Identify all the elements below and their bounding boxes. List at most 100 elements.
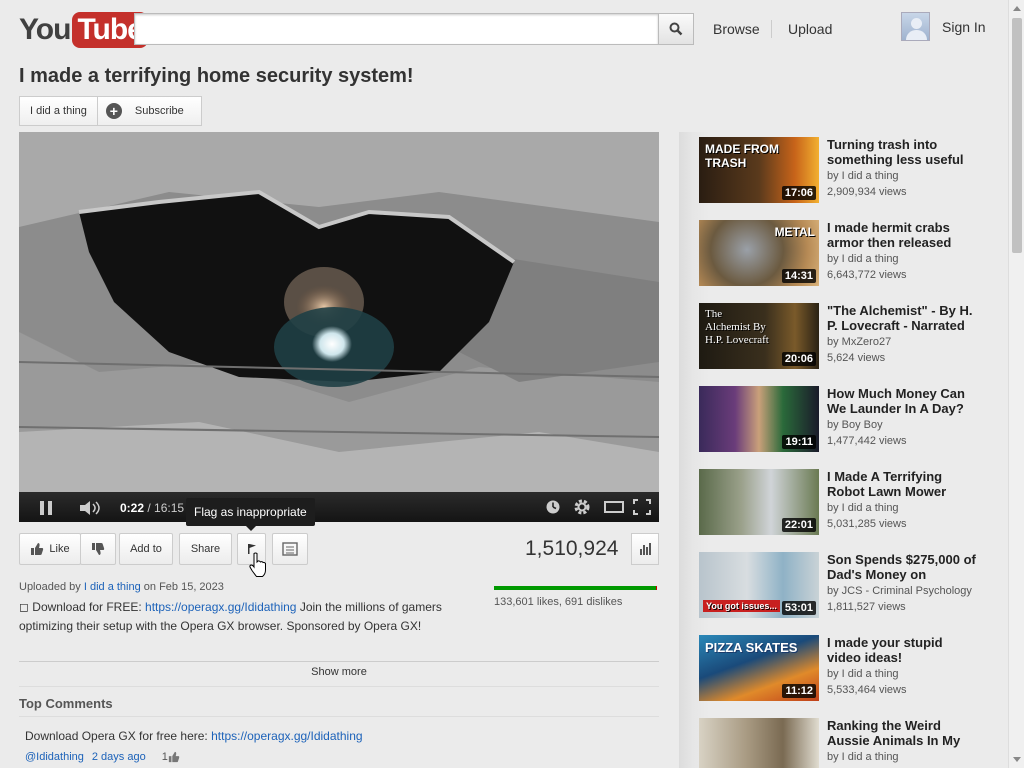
like-label: Like [49, 543, 70, 555]
pause-icon[interactable] [39, 500, 53, 516]
related-video[interactable]: 22:01 I Made A Terrifying Robot Lawn Mow… [699, 465, 999, 535]
related-channel: by I did a thing [827, 668, 899, 680]
video-frame[interactable] [19, 132, 659, 492]
add-to-button[interactable]: Add to [119, 533, 173, 565]
video-duration: 20:06 [781, 352, 816, 366]
transcript-button[interactable] [272, 533, 308, 565]
scroll-up-arrow-icon[interactable] [1013, 6, 1021, 11]
subscribe-label: Subscribe [134, 105, 184, 117]
subscribe-button[interactable]: + Subscribe [98, 97, 201, 125]
hand-cursor-icon [249, 552, 266, 577]
watch-later-icon[interactable] [545, 499, 561, 515]
video-duration: 19:11 [782, 435, 816, 449]
volume-icon[interactable] [79, 500, 103, 516]
fullscreen-icon[interactable] [633, 499, 651, 515]
theater-mode-icon[interactable] [604, 501, 624, 513]
related-thumbnail[interactable]: You got issues... 53:01 [699, 552, 819, 618]
related-title[interactable]: "The Alchemist" - By H. P. Lovecraft - N… [827, 303, 977, 333]
related-video[interactable]: You got issues... 53:01 Son Spends $275,… [699, 548, 999, 618]
video-title: I made a terrifying home security system… [19, 65, 414, 87]
sign-in-link[interactable]: Sign In [942, 19, 986, 35]
channel-name-button[interactable]: I did a thing [20, 97, 98, 125]
comment-text: Download Opera GX for free here: [25, 729, 208, 743]
plus-icon: + [105, 103, 122, 119]
related-views: 5,533,464 views [827, 684, 907, 696]
related-video[interactable]: MADE FROM TRASH 17:06 Turning trash into… [699, 133, 999, 203]
thumbnail-caption: MADE FROM TRASH [705, 142, 779, 170]
related-thumbnail[interactable] [699, 718, 819, 768]
logo-you-text: You [19, 13, 71, 46]
video-duration: 11:12 [782, 684, 816, 698]
related-title[interactable]: How Much Money Can We Launder In A Day? [827, 386, 977, 416]
youtube-logo[interactable]: You Tube [19, 12, 148, 48]
related-video[interactable]: Ranking the Weird Aussie Animals In My b… [699, 714, 999, 768]
upload-link[interactable]: Upload [788, 21, 832, 37]
related-title[interactable]: I Made A Terrifying Robot Lawn Mower [827, 469, 977, 499]
related-views: 5,031,285 views [827, 518, 907, 530]
related-thumbnail[interactable]: The Alchemist By H.P. Lovecraft 20:06 [699, 303, 819, 369]
related-video[interactable]: 19:11 How Much Money Can We Launder In A… [699, 382, 999, 452]
related-channel: by I did a thing [827, 170, 899, 182]
scrollbar-thumb[interactable] [1012, 18, 1022, 253]
thumbs-down-icon [92, 543, 105, 555]
related-title[interactable]: Turning trash into something less useful [827, 137, 977, 167]
comment-age[interactable]: 2 days ago [92, 751, 146, 763]
comment-author[interactable]: @Ididathing [25, 751, 84, 763]
related-thumbnail[interactable]: 19:11 [699, 386, 819, 452]
related-video[interactable]: PIZZA SKATES 11:12 I made your stupid vi… [699, 631, 999, 701]
video-still-image [19, 132, 659, 492]
video-duration: 17:06 [781, 186, 816, 200]
related-video[interactable]: METAL 14:31 I made hermit crabs armor th… [699, 216, 999, 286]
uploaded-by-label: Uploaded by [19, 581, 81, 593]
related-title[interactable]: I made your stupid video ideas! [827, 635, 977, 665]
show-more-button[interactable]: Show more [19, 666, 659, 678]
comment-thumbs-up-icon[interactable] [168, 751, 180, 763]
video-player[interactable]: 0:22 / 16:15 [19, 132, 659, 522]
stats-button[interactable] [631, 533, 659, 565]
uploader-link[interactable]: I did a thing [84, 581, 141, 593]
page-scrollbar[interactable] [1008, 0, 1024, 768]
related-thumbnail[interactable]: METAL 14:31 [699, 220, 819, 286]
related-views: 1,811,527 views [827, 601, 906, 613]
channel-subscribe-group: I did a thing + Subscribe [19, 96, 202, 126]
dislike-button[interactable] [80, 533, 116, 565]
browse-link[interactable]: Browse [713, 21, 760, 37]
related-title[interactable]: Son Spends $275,000 of Dad's Money on [827, 552, 977, 582]
settings-gear-icon[interactable] [573, 498, 591, 516]
user-avatar-icon[interactable] [901, 12, 930, 41]
thumbnail-caption: You got issues... [703, 600, 780, 612]
related-thumbnail[interactable]: PIZZA SKATES 11:12 [699, 635, 819, 701]
related-views: 6,643,772 views [827, 269, 907, 281]
related-thumbnail[interactable]: 22:01 [699, 469, 819, 535]
search-input[interactable] [134, 13, 659, 45]
total-time: / 16:15 [147, 501, 185, 515]
like-button[interactable]: Like [19, 533, 81, 565]
thumbs-up-icon [31, 543, 44, 555]
description-divider [19, 661, 659, 662]
related-channel: by MxZero27 [827, 336, 892, 348]
current-time: 0:22 [120, 501, 145, 515]
top-comments-heading: Top Comments [19, 696, 113, 711]
thumbnail-caption: METAL [774, 225, 815, 239]
thumbnail-caption: The Alchemist By H.P. Lovecraft [705, 308, 769, 346]
related-video[interactable]: The Alchemist By H.P. Lovecraft 20:06 "T… [699, 299, 999, 369]
related-title[interactable]: I made hermit crabs armor then released [827, 220, 977, 250]
like-ratio-bar [494, 586, 657, 590]
likes-dislikes-count: 133,601 likes, 691 dislikes [494, 596, 623, 608]
share-button[interactable]: Share [179, 533, 232, 565]
comment-link[interactable]: https://operagx.gg/Ididathing [211, 729, 362, 743]
related-channel: by I did a thing [827, 253, 899, 265]
related-views: 5,624 views [827, 352, 886, 364]
comment-meta: @Ididathing 2 days ago 1 [25, 751, 180, 763]
nav-divider [771, 20, 772, 38]
description-pre-link: ◻ Download for FREE: [19, 600, 142, 614]
upload-date: on Feb 15, 2023 [143, 581, 224, 593]
related-channel: by I did a thing [827, 502, 899, 514]
related-title[interactable]: Ranking the Weird Aussie Animals In My [827, 718, 977, 748]
video-duration: 14:31 [781, 269, 816, 283]
scroll-down-arrow-icon[interactable] [1013, 757, 1021, 762]
description-link[interactable]: https://operagx.gg/Ididathing [145, 600, 296, 614]
related-channel: by JCS - Criminal Psychology [827, 585, 972, 597]
search-button[interactable] [658, 13, 694, 45]
related-thumbnail[interactable]: MADE FROM TRASH 17:06 [699, 137, 819, 203]
